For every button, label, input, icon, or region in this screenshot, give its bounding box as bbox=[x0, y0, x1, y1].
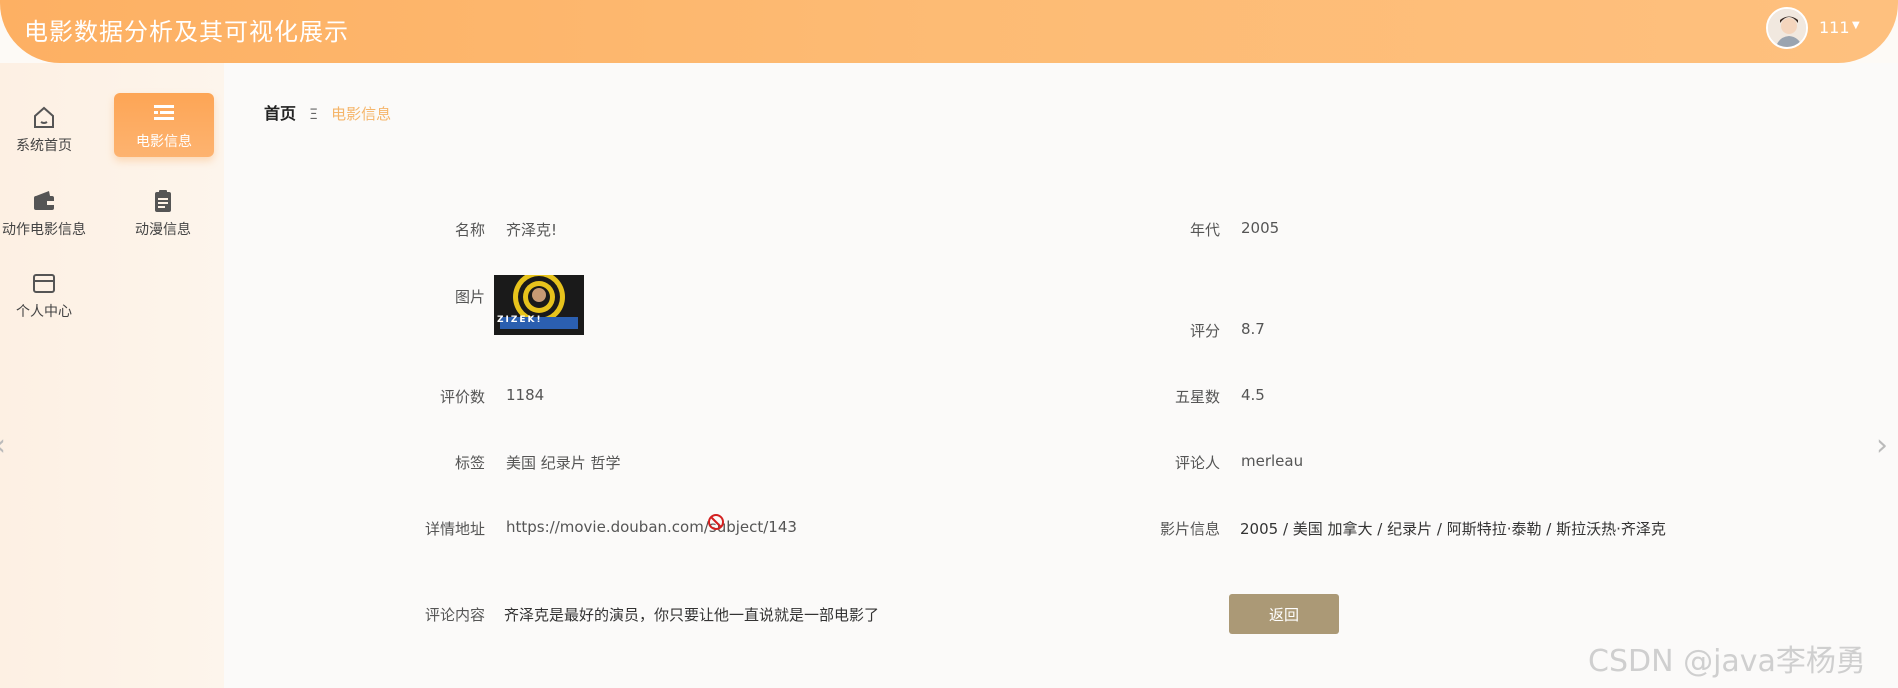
sidebar-item-label: 动漫信息 bbox=[135, 222, 191, 238]
image-label: 图片 bbox=[454, 288, 485, 306]
clipboard-icon bbox=[155, 190, 171, 212]
tags-label: 标签 bbox=[454, 454, 485, 472]
film-info-value: 2005 / 美国 加拿大 / 纪录片 / 阿斯特拉·泰勒 / 斯拉沃热·齐泽克 bbox=[1240, 520, 1666, 538]
left-arrow-icon[interactable]: ‹ bbox=[0, 428, 6, 463]
reviewer-value: merleau bbox=[1241, 452, 1304, 470]
poster-graphic bbox=[494, 275, 584, 335]
sidebar-item-label: 电影信息 bbox=[136, 134, 192, 150]
sidebar: 系统首页 电影信息 动作电影信息 动漫信息 个人中心 bbox=[0, 63, 224, 688]
rating-label: 评分 bbox=[1189, 322, 1220, 340]
breadcrumb-current: 电影信息 bbox=[331, 105, 392, 123]
review-count-value: 1184 bbox=[506, 386, 545, 404]
user-avatar[interactable] bbox=[1766, 7, 1808, 49]
sidebar-item-profile[interactable]: 个人中心 bbox=[0, 269, 94, 333]
poster-title: ZIZEK! bbox=[497, 315, 543, 325]
list-icon bbox=[154, 105, 174, 120]
comment-value: 齐泽克是最好的演员，你只要让他一直说就是一部电影了 bbox=[504, 606, 880, 624]
home-icon bbox=[34, 106, 54, 128]
reviewer-label: 评论人 bbox=[1174, 454, 1220, 472]
breadcrumb-separator: Ξ bbox=[309, 107, 318, 123]
card-icon bbox=[33, 274, 55, 293]
not-allowed-cursor-icon bbox=[708, 514, 724, 530]
detail-url-label: 详情地址 bbox=[424, 520, 485, 538]
app-title: 电影数据分析及其可视化展示 bbox=[24, 18, 349, 46]
sidebar-item-home[interactable]: 系统首页 bbox=[0, 103, 94, 167]
right-arrow-icon[interactable]: › bbox=[1876, 428, 1888, 463]
breadcrumb: 首页 Ξ 电影信息 bbox=[264, 100, 391, 124]
sidebar-item-anime[interactable]: 动漫信息 bbox=[113, 187, 213, 251]
sidebar-item-action-movies[interactable]: 动作电影信息 bbox=[0, 187, 94, 251]
name-label: 名称 bbox=[454, 221, 485, 239]
review-count-label: 评价数 bbox=[439, 388, 485, 406]
breadcrumb-home[interactable]: 首页 bbox=[264, 104, 296, 123]
year-value: 2005 bbox=[1241, 219, 1280, 237]
username[interactable]: 111 bbox=[1819, 18, 1850, 37]
top-bar: 电影数据分析及其可视化展示 111 ▼ bbox=[0, 0, 1898, 63]
film-info-label: 影片信息 bbox=[1159, 520, 1220, 538]
name-value: 齐泽克! bbox=[506, 221, 558, 239]
sidebar-item-label: 系统首页 bbox=[16, 138, 72, 154]
main-content: 首页 Ξ 电影信息 bbox=[224, 63, 1898, 688]
five-star-value: 4.5 bbox=[1241, 386, 1265, 404]
back-button[interactable]: 返回 bbox=[1229, 594, 1339, 634]
rating-value: 8.7 bbox=[1241, 320, 1265, 338]
detail-url-value[interactable]: https://movie.douban.com/subject/143 bbox=[506, 518, 797, 536]
user-dropdown-caret-icon[interactable]: ▼ bbox=[1852, 20, 1860, 31]
five-star-label: 五星数 bbox=[1174, 388, 1220, 406]
sidebar-item-label: 个人中心 bbox=[16, 304, 72, 320]
wallet-icon bbox=[34, 191, 54, 210]
tags-value: 美国 纪录片 哲学 bbox=[506, 454, 621, 472]
year-label: 年代 bbox=[1189, 221, 1220, 239]
sidebar-item-movie-info[interactable]: 电影信息 bbox=[114, 93, 214, 157]
watermark: CSDN @java李杨勇 bbox=[1588, 644, 1866, 679]
sidebar-item-label: 动作电影信息 bbox=[2, 222, 86, 238]
movie-poster-image[interactable] bbox=[494, 275, 584, 335]
comment-label: 评论内容 bbox=[424, 606, 485, 624]
avatar-image bbox=[1768, 9, 1806, 47]
